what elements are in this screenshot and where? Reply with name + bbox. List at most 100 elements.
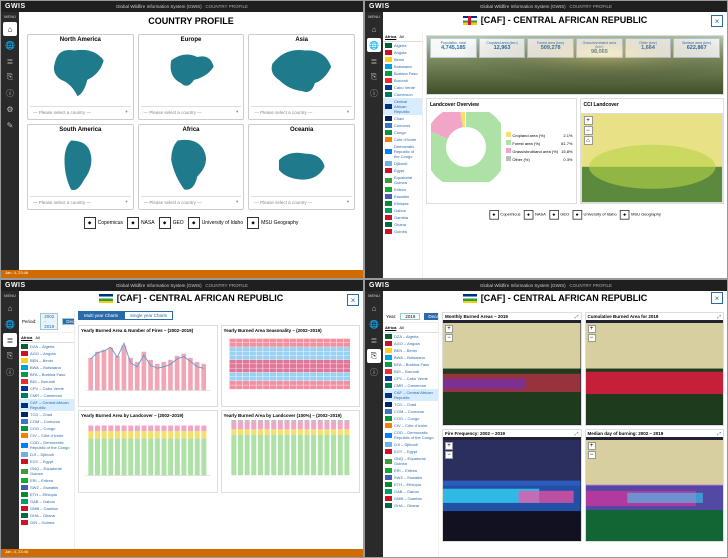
country-list-item[interactable]: ERI – Eritrea	[383, 467, 438, 474]
country-selector[interactable]: — Please select a country —▾	[251, 196, 352, 207]
home-icon[interactable]: ⌂	[367, 301, 381, 315]
zoom-in-button[interactable]: +	[584, 116, 593, 125]
country-list-item[interactable]: COG – Congo	[19, 425, 74, 432]
country-list-item[interactable]: COM – Comoros	[19, 418, 74, 425]
country-list-item[interactable]: BDI – Burundi	[19, 378, 74, 385]
settings-icon[interactable]: ⚙	[3, 102, 17, 116]
zoom-in-button[interactable]: +	[445, 442, 453, 450]
period-value[interactable]: 2002 - 2019	[40, 313, 58, 330]
country-list-item[interactable]: Angola	[383, 49, 422, 56]
country-list-item[interactable]: GNQ – Equatorial Guinea	[383, 455, 438, 467]
country-list-item[interactable]: CIV – Côte d'Ivoire	[19, 432, 74, 439]
country-list-item[interactable]: Benin	[383, 56, 422, 63]
country-list-item[interactable]: Central African Republic	[383, 98, 422, 115]
country-list-item[interactable]: CAF – Central African Republic	[383, 389, 438, 401]
country-list-item[interactable]: Burkina Faso	[383, 70, 422, 77]
country-list-item[interactable]: Gabon	[383, 207, 422, 214]
globe-icon[interactable]: 🌐	[3, 317, 17, 331]
country-list-item[interactable]: GIN – Guinea	[19, 519, 74, 526]
expand-icon[interactable]: ⤢	[575, 314, 579, 319]
copy-icon[interactable]: ⎘	[367, 349, 381, 363]
copy-icon[interactable]: ⎘	[3, 70, 17, 84]
info-icon[interactable]: ⓘ	[367, 86, 381, 100]
zoom-in-button[interactable]: +	[588, 325, 596, 333]
country-list-item[interactable]: BFA – Burkina Faso	[19, 371, 74, 378]
country-list-item[interactable]: BEN – Benin	[19, 357, 74, 364]
info-icon[interactable]: ⓘ	[3, 86, 17, 100]
expand-icon[interactable]: ⤢	[717, 431, 721, 436]
copy-icon[interactable]: ⎘	[3, 349, 17, 363]
close-button[interactable]: ×	[711, 292, 723, 304]
country-list-item[interactable]: ERI – Eritrea	[19, 477, 74, 484]
layers-icon[interactable]: ≣	[367, 54, 381, 68]
country-list-item[interactable]: GHA – Ghana	[19, 512, 74, 519]
country-list-item[interactable]: CPV – Cabo Verde	[19, 385, 74, 392]
zoom-out-button[interactable]: −	[588, 334, 596, 342]
map-card[interactable]: Monthly Burned Areas – 2019 ⤢ + −	[442, 312, 582, 426]
country-list-item[interactable]: DJI – Djibouti	[383, 441, 438, 448]
home-icon[interactable]: ⌂	[367, 22, 381, 36]
decade-button[interactable]: Decade	[424, 313, 439, 320]
home-icon[interactable]: ⌂	[3, 301, 17, 315]
tab-single-year[interactable]: Single year Charts	[124, 311, 173, 320]
country-list-item[interactable]: Comoros	[383, 122, 422, 129]
country-list-item[interactable]: TCD – Chad	[19, 411, 74, 418]
country-list-item[interactable]: DZA – Algeria	[383, 333, 438, 340]
tab-all[interactable]: All	[399, 325, 403, 330]
country-list-item[interactable]: Botswana	[383, 63, 422, 70]
edit-icon[interactable]: ✎	[3, 118, 17, 132]
country-list-item[interactable]: COD – Democratic Republic of the Congo	[383, 429, 438, 441]
country-list-item[interactable]: COD – Democratic Republic of the Congo	[19, 439, 74, 451]
country-list-item[interactable]: Gambia	[383, 214, 422, 221]
country-list-item[interactable]: AGO – Angola	[19, 350, 74, 357]
country-list-item[interactable]: Djibouti	[383, 160, 422, 167]
globe-icon[interactable]: 🌐	[367, 38, 381, 52]
country-list-item[interactable]: BWA – Botswana	[383, 354, 438, 361]
country-selector[interactable]: — Please select a country —▾	[141, 196, 242, 207]
country-list-item[interactable]: ETH – Ethiopia	[19, 491, 74, 498]
home-extent-button[interactable]: ⌂	[584, 136, 593, 145]
country-list-item[interactable]: CAF – Central African Republic	[19, 399, 74, 411]
country-list-item[interactable]: BFA – Burkina Faso	[383, 361, 438, 368]
zoom-in-button[interactable]: +	[445, 325, 453, 333]
country-selector[interactable]: — Please select a country —▾	[30, 106, 131, 117]
info-icon[interactable]: ⓘ	[3, 365, 17, 379]
country-list-item[interactable]: Ethiopia	[383, 200, 422, 207]
map-card[interactable]: Fire Frequency: 2002 – 2019 ⤢ + −	[442, 429, 582, 543]
country-list-item[interactable]: EGY – Egypt	[19, 458, 74, 465]
info-icon[interactable]: ⓘ	[367, 365, 381, 379]
country-list-item[interactable]: Equatorial Guinea	[383, 174, 422, 186]
globe-icon[interactable]: 🌐	[3, 38, 17, 52]
country-list-item[interactable]: Congo	[383, 129, 422, 136]
country-list-item[interactable]: DZA – Algeria	[19, 343, 74, 350]
country-list-item[interactable]: Democratic Republic of the Congo	[383, 143, 422, 160]
country-list-item[interactable]: Chad	[383, 115, 422, 122]
tab-all[interactable]: All	[35, 335, 39, 340]
country-list-item[interactable]: CMR – Cameroon	[383, 382, 438, 389]
country-list-item[interactable]: COM – Comoros	[383, 408, 438, 415]
tab-africa[interactable]: Africa	[385, 325, 396, 330]
tab-africa[interactable]: Africa	[385, 34, 396, 39]
layers-icon[interactable]: ≣	[3, 333, 17, 347]
zoom-in-button[interactable]: +	[588, 442, 596, 450]
country-list-item[interactable]: GMB – Gambia	[19, 505, 74, 512]
zoom-out-button[interactable]: −	[584, 126, 593, 135]
country-list-item[interactable]: BEN – Benin	[383, 347, 438, 354]
tab-all[interactable]: All	[399, 34, 403, 39]
country-selector[interactable]: — Please select a country —▾	[141, 106, 242, 117]
expand-icon[interactable]: ⤢	[717, 314, 721, 319]
country-list-item[interactable]: Eswatini	[383, 193, 422, 200]
country-list-item[interactable]: BWA – Botswana	[19, 364, 74, 371]
tab-africa[interactable]: Africa	[21, 335, 32, 340]
layers-icon[interactable]: ≣	[367, 333, 381, 347]
country-selector[interactable]: — Please select a country —▾	[30, 196, 131, 207]
country-list-item[interactable]: SWZ – Eswatini	[19, 484, 74, 491]
country-list-item[interactable]: GMB – Gambia	[383, 495, 438, 502]
country-list-item[interactable]: GAB – Gabon	[19, 498, 74, 505]
map-card[interactable]: Median day of burning: 2002 – 2019 ⤢ + −	[585, 429, 725, 543]
country-list-item[interactable]: Guinea	[383, 228, 422, 235]
country-list-item[interactable]: BDI – Burundi	[383, 368, 438, 375]
country-list-item[interactable]: CMR – Cameroon	[19, 392, 74, 399]
country-list-item[interactable]: SWZ – Eswatini	[383, 474, 438, 481]
country-list-item[interactable]: AGO – Angola	[383, 340, 438, 347]
